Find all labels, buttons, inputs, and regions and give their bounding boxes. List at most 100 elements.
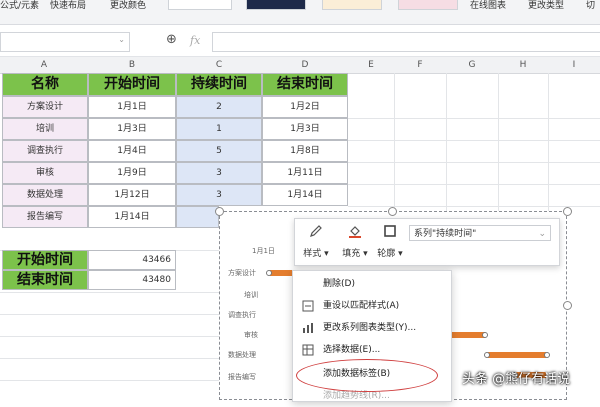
- table-cell-duration[interactable]: 1: [176, 118, 262, 140]
- grid-line: [0, 380, 219, 381]
- grid-line: [348, 162, 600, 163]
- chart-format-toolbar: 样式 ▾ 填充 ▾ 轮廓 ▾ 系列"持续时间" ⌄: [294, 218, 560, 266]
- table-cell-end[interactable]: 1月11日: [262, 162, 348, 184]
- menu-item-select-data[interactable]: 选择数据(E)...: [293, 339, 451, 361]
- table-cell-start[interactable]: 1月1日: [88, 96, 176, 118]
- table-cell-duration[interactable]: 3: [176, 162, 262, 184]
- chart-style-thumb-4[interactable]: [398, 0, 458, 10]
- table-cell-name[interactable]: 审核: [2, 162, 88, 184]
- ribbon-item-change-color[interactable]: 更改颜色: [110, 0, 146, 12]
- col-header-d[interactable]: D: [262, 57, 349, 74]
- table-icon: [302, 344, 314, 356]
- grid-line: [348, 118, 600, 119]
- ribbon-item-0[interactable]: 公式/元素: [0, 0, 39, 12]
- col-header-e[interactable]: E: [348, 57, 395, 74]
- chart-style-thumb-3[interactable]: [322, 0, 382, 10]
- table-cell-duration[interactable]: 2: [176, 96, 262, 118]
- grid-line: [348, 140, 600, 141]
- grid-line: [0, 358, 219, 359]
- resize-handle[interactable]: [563, 207, 572, 216]
- table-cell-start[interactable]: 1月12日: [88, 184, 176, 206]
- formula-input[interactable]: [212, 32, 600, 52]
- col-header-f[interactable]: F: [394, 57, 447, 74]
- table-cell-duration[interactable]: 5: [176, 140, 262, 162]
- table-cell-name[interactable]: 培训: [2, 118, 88, 140]
- bar-chart-icon: [303, 323, 313, 333]
- table-cell-duration[interactable]: 3: [176, 184, 262, 206]
- menu-item-label: 选择数据(E)...: [323, 345, 381, 355]
- summary-value-start[interactable]: 43466: [88, 250, 176, 270]
- table-cell-end[interactable]: 1月14日: [262, 184, 348, 206]
- col-header-c[interactable]: C: [176, 57, 263, 74]
- bar-handle[interactable]: [484, 352, 490, 358]
- table-cell-end[interactable]: 1月2日: [262, 96, 348, 118]
- series-select[interactable]: 系列"持续时间" ⌄: [409, 225, 551, 241]
- chart-style-thumb-1[interactable]: [168, 0, 232, 10]
- menu-item-change-chart-type[interactable]: 更改系列图表类型(Y)...: [293, 317, 451, 339]
- ribbon-item-quick-layout[interactable]: 快速布局: [50, 0, 86, 12]
- bar-handle[interactable]: [482, 332, 488, 338]
- resize-handle[interactable]: [563, 301, 572, 310]
- table-cell-duration[interactable]: [176, 206, 219, 228]
- summary-label-start[interactable]: 开始时间: [2, 250, 88, 270]
- grid-line: [348, 206, 600, 207]
- ribbon-item-more[interactable]: 切: [586, 0, 595, 12]
- col-header-g[interactable]: G: [446, 57, 499, 74]
- table-cell-name[interactable]: 数据处理: [2, 184, 88, 206]
- col-header-h[interactable]: H: [498, 57, 549, 74]
- menu-item-reset-style[interactable]: 重设以匹配样式(A): [293, 295, 451, 317]
- bar-handle[interactable]: [544, 352, 550, 358]
- watermark: 头条 @熊仔有话说: [462, 372, 571, 387]
- bar-handle[interactable]: [266, 270, 272, 276]
- outline-square-icon: [384, 225, 396, 237]
- table-cell-name[interactable]: 报告编写: [2, 206, 88, 228]
- menu-item-label: 更改系列图表类型(Y)...: [323, 323, 417, 333]
- name-box[interactable]: ⌄: [0, 32, 130, 52]
- table-cell-start[interactable]: 1月14日: [88, 206, 176, 228]
- col-header-a[interactable]: A: [0, 57, 89, 74]
- col-header-i[interactable]: I: [548, 57, 600, 74]
- zoom-icon[interactable]: ⊕: [166, 32, 177, 47]
- ribbon: 公式/元素 快速布局 更改颜色 在线图表 更改类型 切: [0, 0, 600, 25]
- reset-icon: [302, 300, 314, 312]
- table-cell-name[interactable]: 调查执行: [2, 140, 88, 162]
- table-header-name[interactable]: 名称: [2, 73, 88, 96]
- resize-handle[interactable]: [215, 207, 224, 216]
- table-header-start[interactable]: 开始时间: [88, 73, 176, 96]
- series-select-value: 系列"持续时间": [414, 229, 477, 239]
- grid-line: [0, 336, 219, 337]
- chart-x-tick: 1月1日: [252, 247, 275, 255]
- grid-line: [348, 184, 600, 185]
- fill-button[interactable]: 填充 ▾: [339, 223, 371, 259]
- gantt-bar[interactable]: [488, 352, 546, 358]
- style-label: 样式: [303, 249, 322, 259]
- table-cell-start[interactable]: 1月3日: [88, 118, 176, 140]
- fx-icon[interactable]: fx: [190, 34, 200, 47]
- col-header-b[interactable]: B: [88, 57, 177, 74]
- brush-icon: [310, 225, 322, 237]
- chart-y-label: 方案设计: [228, 269, 256, 277]
- table-cell-name[interactable]: 方案设计: [2, 96, 88, 118]
- chevron-down-icon: ⌄: [538, 229, 546, 239]
- ribbon-item-change-type[interactable]: 更改类型: [528, 0, 564, 12]
- outline-button[interactable]: 轮廓 ▾: [375, 223, 405, 259]
- summary-value-end[interactable]: 43480: [88, 270, 176, 290]
- menu-item-label: 删除(D): [323, 279, 355, 289]
- table-cell-start[interactable]: 1月4日: [88, 140, 176, 162]
- highlight-ellipse: [296, 359, 438, 392]
- style-button[interactable]: 样式 ▾: [301, 223, 331, 259]
- gantt-bar[interactable]: [451, 332, 485, 338]
- chevron-down-icon[interactable]: ⌄: [118, 35, 125, 44]
- table-cell-end[interactable]: 1月8日: [262, 140, 348, 162]
- table-cell-start[interactable]: 1月9日: [88, 162, 176, 184]
- chart-y-label: 数据处理: [228, 351, 256, 359]
- table-header-duration[interactable]: 持续时间: [176, 73, 262, 96]
- summary-label-end[interactable]: 结束时间: [2, 270, 88, 290]
- table-header-end[interactable]: 结束时间: [262, 73, 348, 96]
- resize-handle[interactable]: [388, 207, 397, 216]
- ribbon-item-online-chart[interactable]: 在线图表: [470, 0, 506, 12]
- menu-item-delete[interactable]: 删除(D): [293, 273, 451, 295]
- table-cell-end[interactable]: 1月3日: [262, 118, 348, 140]
- menu-item-label: 重设以匹配样式(A): [323, 301, 400, 311]
- chart-style-thumb-2[interactable]: [246, 0, 306, 10]
